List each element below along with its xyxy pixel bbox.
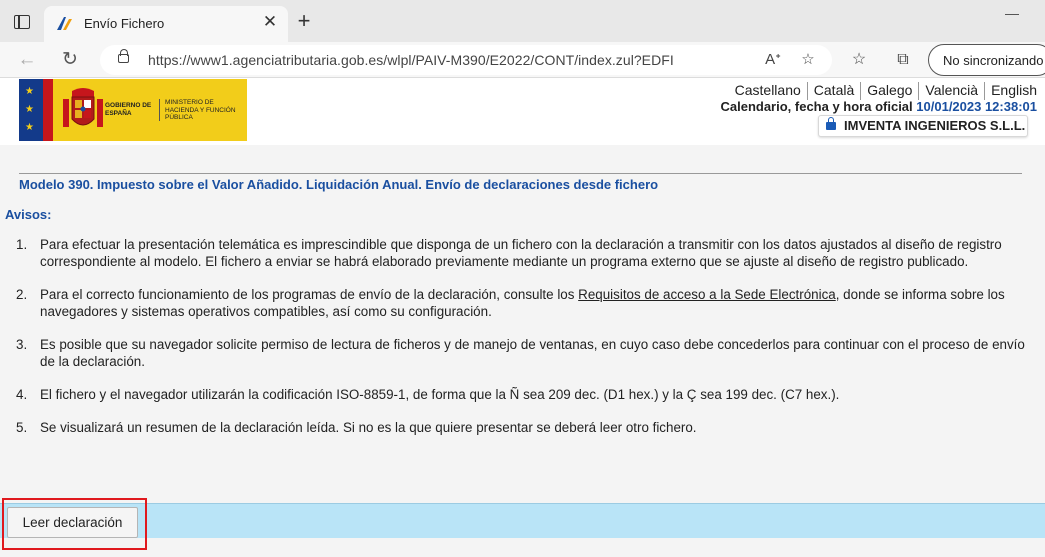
notice-number: 5.: [16, 420, 28, 435]
tab-actions-icon[interactable]: [14, 15, 30, 29]
page-title: Modelo 390. Impuesto sobre el Valor Añad…: [19, 177, 659, 192]
notice-item: 2. Para el correcto funcionamiento de lo…: [16, 286, 1040, 320]
site-header: ★ ★ ★ GOBIERNO DE ESPAÑA MINISTERIO DE H…: [0, 79, 1045, 145]
access-requirements-link[interactable]: Requisitos de acceso a la Sede Electróni…: [578, 287, 836, 302]
notice-text: Se visualizará un resumen de la declarac…: [40, 420, 697, 435]
read-aloud-icon[interactable]: A͏ᐩ: [762, 49, 784, 71]
flag-stripe: [43, 79, 53, 141]
action-bar: [0, 503, 1045, 538]
favorites-icon[interactable]: ☆: [846, 48, 872, 72]
browser-tab[interactable]: Envío Fichero ✕: [44, 6, 288, 42]
agencia-tributaria-favicon-icon: [57, 17, 72, 30]
ministerio-text: MINISTERIO DE HACIENDA Y FUNCIÓN PÚBLICA: [165, 99, 236, 121]
lang-catala[interactable]: Català: [806, 82, 860, 100]
calendar-label: Calendario, fecha y hora oficial: [720, 99, 913, 114]
minimize-icon[interactable]: [1005, 14, 1019, 15]
reload-icon[interactable]: ↻: [57, 48, 83, 72]
company-name: IMVENTA INGENIEROS S.L.L.: [844, 118, 1026, 133]
calendar-datetime: 10/01/2023 12:38:01: [916, 99, 1037, 114]
coat-of-arms-icon: [63, 88, 103, 127]
notice-item: 1. Para efectuar la presentación telemát…: [16, 236, 1040, 270]
profile-label: No sincronizando: [943, 53, 1044, 68]
browser-tab-strip: Envío Fichero ✕ +: [0, 0, 1045, 42]
notice-number: 3.: [16, 337, 28, 352]
notice-number: 2.: [16, 287, 28, 302]
government-logo[interactable]: ★ ★ ★ GOBIERNO DE ESPAÑA MINISTERIO DE H…: [19, 79, 247, 141]
lang-galego[interactable]: Galego: [860, 82, 918, 100]
official-calendar[interactable]: Calendario, fecha y hora oficial 10/01/2…: [720, 99, 1037, 114]
notice-text: Para el correcto funcionamiento de los p…: [40, 287, 579, 302]
notice-item: 4. El fichero y el navegador utilizarán …: [16, 386, 1040, 403]
notice-number: 4.: [16, 387, 28, 402]
notice-text: El fichero y el navegador utilizarán la …: [40, 387, 840, 402]
notices-list: 1. Para efectuar la presentación telemát…: [16, 236, 1040, 452]
page-content: ★ ★ ★ GOBIERNO DE ESPAÑA MINISTERIO DE H…: [0, 79, 1045, 557]
logo-divider: [159, 99, 160, 121]
lang-english[interactable]: English: [984, 82, 1037, 100]
add-favorite-icon[interactable]: ☆: [797, 49, 819, 71]
lang-castellano[interactable]: Castellano: [729, 82, 807, 100]
notice-text: Para efectuar la presentación telemática…: [40, 237, 1002, 269]
lang-valencia[interactable]: Valencià: [918, 82, 984, 100]
lock-icon: [826, 117, 836, 130]
new-tab-icon[interactable]: +: [294, 10, 314, 32]
title-divider: [19, 173, 1022, 174]
notice-item: 3. Es posible que su navegador solicite …: [16, 336, 1040, 370]
collections-icon[interactable]: ⧉: [890, 48, 916, 72]
address-toolbar: ← ↻ https://www1.agenciatributaria.gob.e…: [0, 42, 1045, 78]
notice-text: Es posible que su navegador solicite per…: [40, 337, 1025, 369]
back-arrow-icon[interactable]: ←: [14, 48, 40, 72]
profile-button[interactable]: No sincronizando: [928, 44, 1045, 76]
gobierno-text: GOBIERNO DE ESPAÑA: [105, 102, 152, 117]
close-tab-icon[interactable]: ✕: [260, 12, 280, 32]
language-selector: Castellano Català Galego Valencià Englis…: [729, 82, 1037, 100]
highlight-box: [2, 498, 147, 550]
company-badge[interactable]: IMVENTA INGENIEROS S.L.L.: [818, 115, 1028, 137]
notice-item: 5. Se visualizará un resumen de la decla…: [16, 419, 1040, 436]
notices-heading: Avisos:: [5, 207, 52, 222]
lock-icon[interactable]: [118, 49, 129, 63]
notice-number: 1.: [16, 237, 28, 252]
url-text[interactable]: https://www1.agenciatributaria.gob.es/wl…: [148, 52, 674, 68]
tab-title: Envío Fichero: [84, 16, 165, 31]
eu-flag-icon: ★ ★ ★: [19, 79, 43, 141]
address-bar[interactable]: https://www1.agenciatributaria.gob.es/wl…: [100, 45, 832, 75]
